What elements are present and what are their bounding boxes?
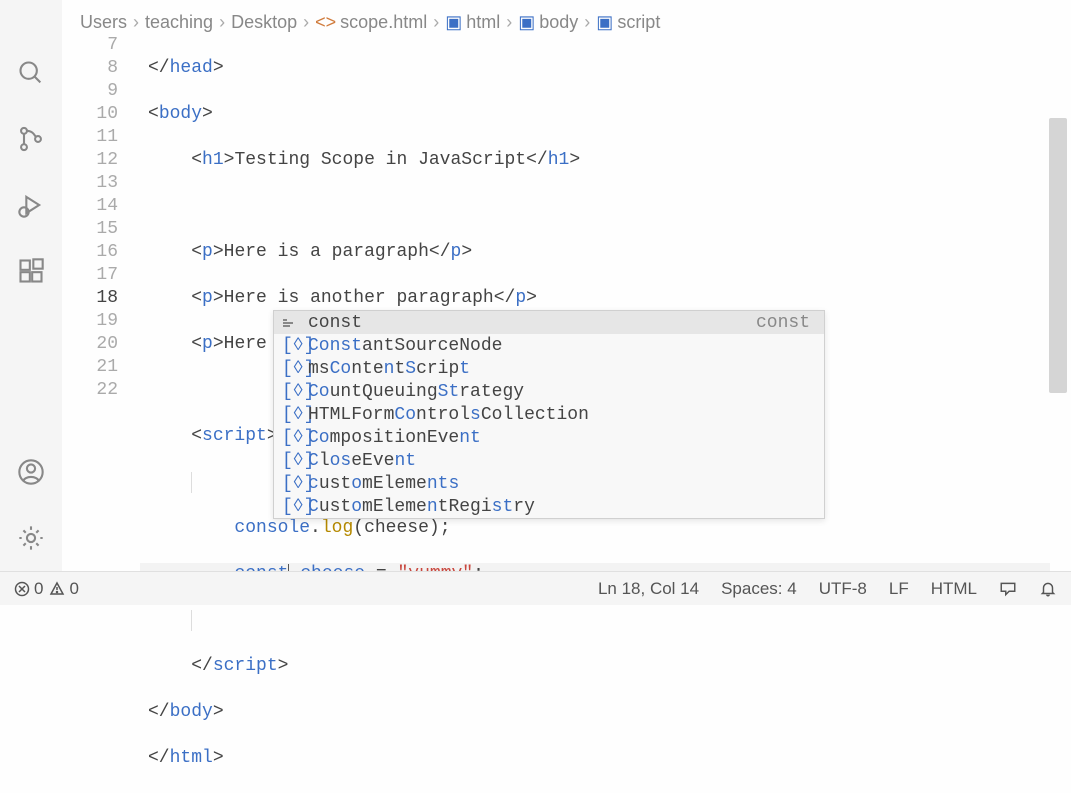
line-number-gutter: 7 8 9 10 11 12 13 14 15 16 17 18 19 20 2…	[62, 34, 140, 402]
suggest-item[interactable]: [◊] CompositionEvent	[274, 426, 824, 449]
eol[interactable]: LF	[889, 579, 909, 599]
variable-icon: [◊]	[282, 359, 302, 379]
variable-icon: [◊]	[282, 428, 302, 448]
feedback-icon[interactable]	[999, 580, 1017, 598]
chevron-right-icon: ›	[133, 12, 139, 33]
suggest-item[interactable]: [◊] ConstantSourceNode	[274, 334, 824, 357]
crumb-script[interactable]: ▣ script	[596, 12, 660, 33]
cube-icon: ▣	[518, 12, 535, 33]
line-number: 16	[62, 241, 118, 264]
suggest-item[interactable]: [◊] CloseEvent	[274, 449, 824, 472]
line-number: 19	[62, 310, 118, 333]
bell-icon[interactable]	[1039, 580, 1057, 598]
chevron-right-icon: ›	[506, 12, 512, 33]
line-number: 17	[62, 264, 118, 287]
line-number: 21	[62, 356, 118, 379]
variable-icon: [◊]	[282, 451, 302, 471]
settings-gear-icon[interactable]	[16, 523, 46, 553]
intellisense-popup[interactable]: const const [◊] ConstantSourceNode [◊] m…	[273, 310, 825, 519]
encoding[interactable]: UTF-8	[819, 579, 867, 599]
suggest-label: const	[308, 313, 362, 333]
chevron-right-icon: ›	[219, 12, 225, 33]
crumb-desktop[interactable]: Desktop	[231, 12, 297, 33]
crumb-file[interactable]: <> scope.html	[315, 12, 427, 33]
warnings-count[interactable]: 0	[49, 579, 78, 599]
crumb-users[interactable]: Users	[80, 12, 127, 33]
suggest-item[interactable]: [◊] msContentScript	[274, 357, 824, 380]
suggest-label: HTMLFormControlsCollection	[308, 405, 589, 425]
chevron-right-icon: ›	[584, 12, 590, 33]
debug-icon[interactable]	[16, 190, 46, 220]
suggest-item[interactable]: const const	[274, 311, 824, 334]
line-number: 10	[62, 103, 118, 126]
keyword-icon	[282, 315, 302, 331]
variable-icon: [◊]	[282, 336, 302, 356]
suggest-hint: const	[756, 313, 816, 333]
line-number: 11	[62, 126, 118, 149]
line-number: 9	[62, 80, 118, 103]
suggest-label: CustomElementRegistry	[308, 497, 535, 517]
chevron-right-icon: ›	[433, 12, 439, 33]
line-number-current: 18	[62, 287, 118, 310]
suggest-item[interactable]: [◊] CustomElementRegistry	[274, 495, 824, 518]
line-number: 13	[62, 172, 118, 195]
cursor-position[interactable]: Ln 18, Col 14	[598, 579, 699, 599]
suggest-label: customElements	[308, 474, 459, 494]
variable-icon: [◊]	[282, 382, 302, 402]
suggest-label: CloseEvent	[308, 451, 416, 471]
cube-icon: ▣	[596, 12, 613, 33]
suggest-label: msContentScript	[308, 359, 470, 379]
crumb-body[interactable]: ▣ body	[518, 12, 578, 33]
suggest-item[interactable]: [◊] customElements	[274, 472, 824, 495]
line-number: 14	[62, 195, 118, 218]
suggest-item[interactable]: [◊] HTMLFormControlsCollection	[274, 403, 824, 426]
line-number: 20	[62, 333, 118, 356]
errors-count[interactable]: 0	[14, 579, 43, 599]
chevron-right-icon: ›	[303, 12, 309, 33]
variable-icon: [◊]	[282, 474, 302, 494]
source-control-icon[interactable]	[16, 124, 46, 154]
variable-icon: [◊]	[282, 497, 302, 517]
suggest-label: CountQueuingStrategy	[308, 382, 524, 402]
vertical-scrollbar[interactable]	[1049, 118, 1067, 393]
suggest-label: ConstantSourceNode	[308, 336, 502, 356]
search-icon[interactable]	[16, 58, 46, 88]
cube-icon: ▣	[445, 12, 462, 33]
line-number: 12	[62, 149, 118, 172]
account-icon[interactable]	[16, 457, 46, 487]
indentation[interactable]: Spaces: 4	[721, 579, 797, 599]
suggest-label: CompositionEvent	[308, 428, 481, 448]
crumb-teaching[interactable]: teaching	[145, 12, 213, 33]
crumb-html[interactable]: ▣ html	[445, 12, 500, 33]
line-number: 8	[62, 57, 118, 80]
variable-icon: [◊]	[282, 405, 302, 425]
breadcrumb[interactable]: Users › teaching › Desktop › <> scope.ht…	[80, 12, 660, 33]
status-bar: 0 0 Ln 18, Col 14 Spaces: 4 UTF-8 LF HTM…	[0, 571, 1071, 605]
line-number: 22	[62, 379, 118, 402]
activity-bar	[0, 0, 62, 571]
code-icon: <>	[315, 12, 336, 33]
suggest-item[interactable]: [◊] CountQueuingStrategy	[274, 380, 824, 403]
extensions-icon[interactable]	[16, 256, 46, 286]
line-number: 15	[62, 218, 118, 241]
line-number: 7	[62, 34, 118, 57]
language-mode[interactable]: HTML	[931, 579, 977, 599]
